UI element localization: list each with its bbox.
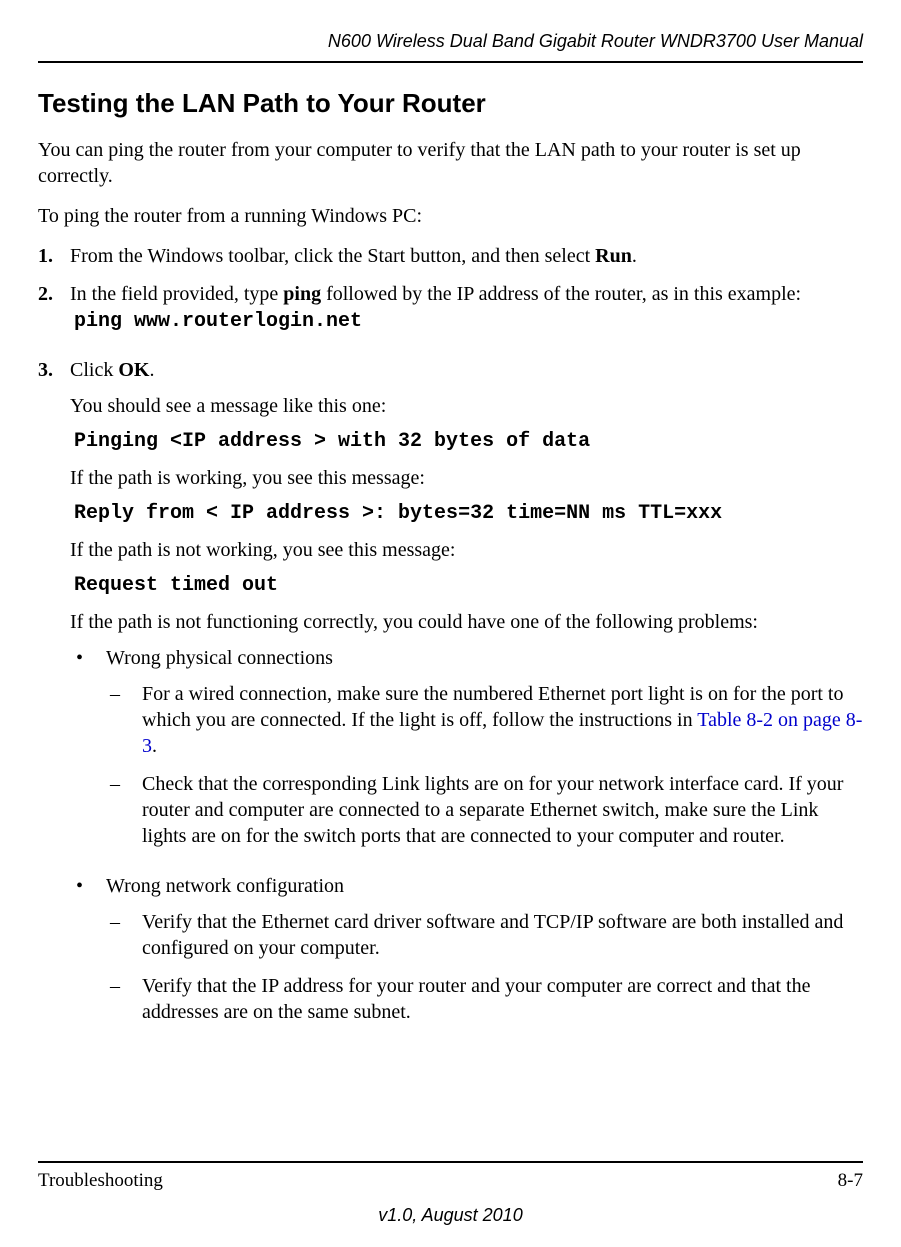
step-3: 3. Click OK. You should see a message li… xyxy=(38,357,863,1049)
intro-paragraph-2: To ping the router from a running Window… xyxy=(38,203,863,229)
step-text: Click xyxy=(70,359,118,381)
step-content: In the field provided, type ping followe… xyxy=(70,281,863,345)
page-footer: Troubleshooting 8-7 v1.0, August 2010 xyxy=(38,1161,863,1227)
bullet-marker: • xyxy=(70,873,106,1037)
dash-text-after: . xyxy=(152,735,157,757)
bullet-wrong-network: • Wrong network configuration – Verify t… xyxy=(70,873,863,1037)
dash-content: For a wired connection, make sure the nu… xyxy=(142,681,863,759)
step-text: In the field provided, type xyxy=(70,283,283,305)
ping-label: ping xyxy=(283,283,321,305)
footer-page-number: 8-7 xyxy=(838,1169,863,1194)
result-intro: You should see a message like this one: xyxy=(70,393,863,419)
bullet-marker: • xyxy=(70,645,106,861)
notworking-intro: If the path is not working, you see this… xyxy=(70,537,863,563)
footer-section: Troubleshooting xyxy=(38,1169,163,1194)
bullet-text: Wrong network configuration xyxy=(106,873,863,899)
code-pinging: Pinging <IP address > with 32 bytes of d… xyxy=(74,429,863,455)
dash-link-lights: – Check that the corresponding Link ligh… xyxy=(106,771,863,849)
run-label: Run xyxy=(595,245,632,267)
step-text: From the Windows toolbar, click the Star… xyxy=(70,245,595,267)
bullet-wrong-physical: • Wrong physical connections – For a wir… xyxy=(70,645,863,861)
manual-title: N600 Wireless Dual Band Gigabit Router W… xyxy=(328,31,863,51)
code-reply: Reply from < IP address >: bytes=32 time… xyxy=(74,501,863,527)
step-text-after: followed by the IP address of the router… xyxy=(321,283,801,305)
dash-ethernet-driver: – Verify that the Ethernet card driver s… xyxy=(106,909,863,961)
working-intro: If the path is working, you see this mes… xyxy=(70,465,863,491)
dash-marker: – xyxy=(106,771,142,849)
dash-content: Verify that the Ethernet card driver sof… xyxy=(142,909,863,961)
step-marker: 3. xyxy=(38,357,70,1049)
step-content: From the Windows toolbar, click the Star… xyxy=(70,243,863,269)
dash-wired-connection: – For a wired connection, make sure the … xyxy=(106,681,863,759)
step-marker: 2. xyxy=(38,281,70,345)
intro-paragraph: You can ping the router from your comput… xyxy=(38,137,863,189)
code-timeout: Request timed out xyxy=(74,573,863,599)
problems-intro: If the path is not functioning correctly… xyxy=(70,609,863,635)
dash-marker: – xyxy=(106,973,142,1025)
dash-marker: – xyxy=(106,909,142,961)
page-header: N600 Wireless Dual Band Gigabit Router W… xyxy=(38,30,863,63)
step-2: 2. In the field provided, type ping foll… xyxy=(38,281,863,345)
bullet-content: Wrong network configuration – Verify tha… xyxy=(106,873,863,1037)
step-text-after: . xyxy=(632,245,637,267)
bullet-text: Wrong physical connections xyxy=(106,645,863,671)
ok-label: OK xyxy=(118,359,149,381)
step-text-after: . xyxy=(149,359,154,381)
code-ping-command: ping www.routerlogin.net xyxy=(74,309,863,335)
bullet-content: Wrong physical connections – For a wired… xyxy=(106,645,863,861)
footer-version: v1.0, August 2010 xyxy=(38,1204,863,1227)
dash-marker: – xyxy=(106,681,142,759)
dash-ip-address: – Verify that the IP address for your ro… xyxy=(106,973,863,1025)
step-content: Click OK. You should see a message like … xyxy=(70,357,863,1049)
footer-line: Troubleshooting 8-7 xyxy=(38,1161,863,1194)
step-marker: 1. xyxy=(38,243,70,269)
dash-content: Verify that the IP address for your rout… xyxy=(142,973,863,1025)
dash-content: Check that the corresponding Link lights… xyxy=(142,771,863,849)
step-1: 1. From the Windows toolbar, click the S… xyxy=(38,243,863,269)
section-heading: Testing the LAN Path to Your Router xyxy=(38,87,863,121)
